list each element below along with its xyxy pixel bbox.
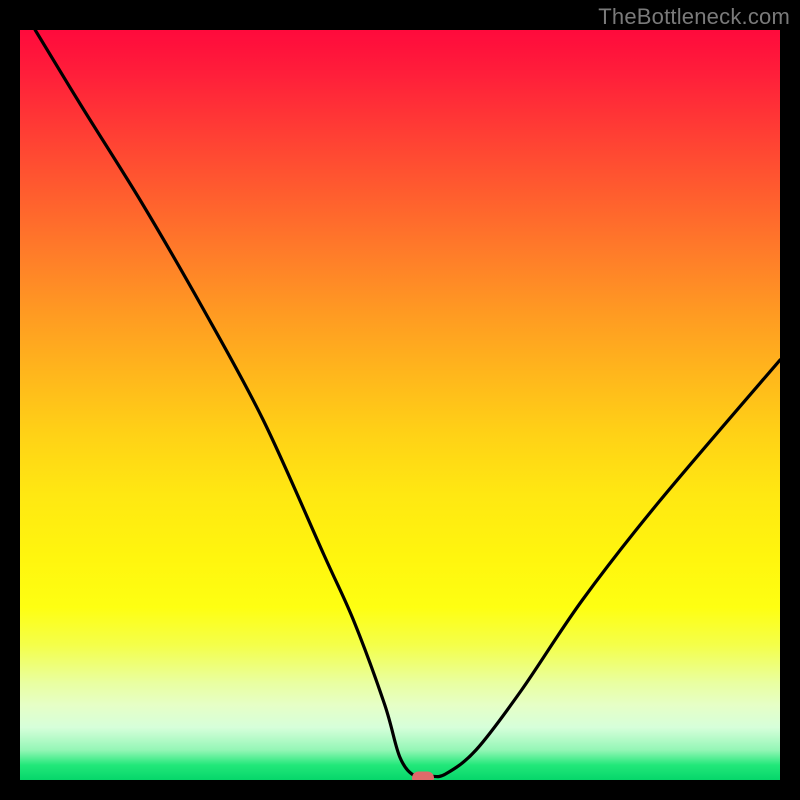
optimal-point-marker bbox=[412, 771, 434, 780]
chart-frame: TheBottleneck.com bbox=[0, 0, 800, 800]
watermark-text: TheBottleneck.com bbox=[598, 4, 790, 30]
plot-area bbox=[20, 30, 780, 780]
bottleneck-curve bbox=[20, 30, 780, 780]
